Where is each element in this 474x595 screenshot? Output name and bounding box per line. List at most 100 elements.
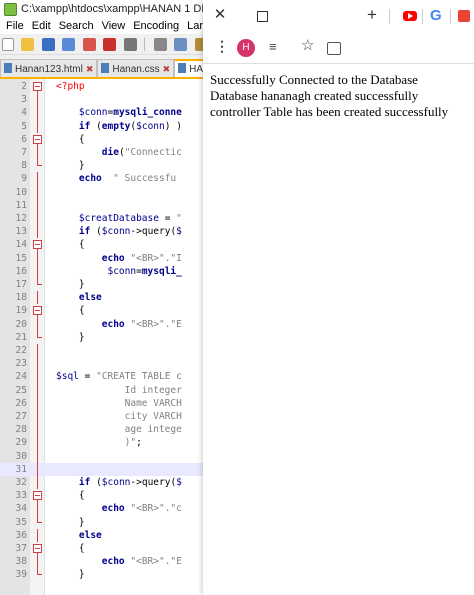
code-line[interactable]: 11 xyxy=(0,198,203,212)
code-line[interactable]: 15 echo "<BR>"."I xyxy=(0,251,203,265)
code-line[interactable]: 27 city VARCH xyxy=(0,410,203,424)
code-line[interactable]: 36 else xyxy=(0,528,203,542)
more-options-icon[interactable]: ⋮ xyxy=(215,39,229,53)
code-line[interactable]: 8 } xyxy=(0,159,203,172)
google-icon[interactable]: G xyxy=(430,7,442,24)
cut-icon[interactable] xyxy=(153,38,167,51)
code-line[interactable]: 26 Name VARCH xyxy=(0,396,203,410)
close-file-icon[interactable] xyxy=(82,38,96,51)
code-line[interactable]: 37 { xyxy=(0,542,203,556)
code-line[interactable]: 38 echo "<BR>"."E xyxy=(0,555,203,569)
menu-language[interactable]: Lar xyxy=(183,18,203,34)
fold-toggle-icon[interactable] xyxy=(33,238,42,253)
code-line[interactable]: 23 xyxy=(0,357,203,371)
toolbar-divider xyxy=(450,9,451,24)
line-number: 36 xyxy=(15,529,27,541)
code-line[interactable]: 14 { xyxy=(0,238,203,253)
code-line[interactable]: 6 { xyxy=(0,133,203,147)
code-line[interactable]: 12 $creatDatabase = " xyxy=(0,212,203,226)
code-line[interactable]: 24 $sql = "CREATE TABLE c xyxy=(0,370,203,384)
save-icon[interactable] xyxy=(41,38,55,51)
fold-toggle-icon[interactable] xyxy=(33,304,42,319)
code-line[interactable]: 29 )"; xyxy=(0,436,203,450)
open-folder-icon[interactable] xyxy=(21,38,35,51)
output-line: controller Table has been created succes… xyxy=(210,104,449,119)
extension-icon[interactable] xyxy=(458,10,470,22)
tab-hanan-css[interactable]: Hanan.css ✖ xyxy=(97,59,175,77)
code-text: <?php xyxy=(56,81,85,92)
code-text: } xyxy=(56,160,85,172)
new-file-icon[interactable] xyxy=(2,38,14,51)
code-line[interactable]: 33 { xyxy=(0,489,203,504)
code-editor[interactable]: 2 <?php 3 4 $conn=mysqli_conne 5 if (empty($… xyxy=(0,79,203,595)
code-line[interactable]: 17 } xyxy=(0,278,203,291)
code-line[interactable]: 22 xyxy=(0,344,203,358)
toolbar-divider xyxy=(422,9,423,24)
code-text: } xyxy=(56,279,85,290)
code-line[interactable]: 30 xyxy=(0,449,203,463)
code-line[interactable]: 25 Id integer xyxy=(0,383,203,397)
code-line[interactable]: 4 $conn=mysqli_conne xyxy=(0,106,203,120)
fold-toggle-icon[interactable] xyxy=(33,542,42,556)
save-all-icon[interactable] xyxy=(62,38,76,51)
notepadpp-window: C:\xampp\htdocs\xampp\HANAN 1 DB ... Fil… xyxy=(0,0,204,595)
code-line[interactable]: 39 } xyxy=(0,568,203,581)
code-text: echo "<BR>"."I xyxy=(101,252,182,264)
fold-toggle-icon[interactable] xyxy=(33,133,42,147)
fold-line xyxy=(33,278,42,291)
reading-list-icon[interactable]: ≡ xyxy=(269,40,283,54)
bookmark-star-icon[interactable]: ☆ xyxy=(301,38,314,54)
tab-hanan123-html[interactable]: Hanan123.html ✖ xyxy=(0,59,98,77)
code-line[interactable]: 32 if ($conn->query($ xyxy=(0,476,203,490)
menu-view[interactable]: View xyxy=(98,18,130,34)
code-line[interactable]: 3 xyxy=(0,93,203,107)
code-line[interactable]: 21 } xyxy=(0,330,203,344)
code-text: )"; xyxy=(56,437,142,449)
code-line[interactable]: 10 xyxy=(0,185,203,199)
close-all-icon[interactable] xyxy=(103,38,117,51)
code-line[interactable]: 35 } xyxy=(0,515,203,529)
fold-toggle-icon[interactable] xyxy=(33,489,42,504)
line-number: 26 xyxy=(15,397,27,409)
code-line[interactable]: 5 if (empty($conn) ) xyxy=(0,119,203,133)
code-text: Name VARCH xyxy=(56,397,182,409)
code-text: echo " Successfu xyxy=(78,173,177,185)
code-line[interactable]: 2 <?php xyxy=(0,80,203,94)
code-text: echo "<BR>"."E xyxy=(101,556,182,568)
print-icon[interactable] xyxy=(123,38,137,51)
code-line[interactable]: 13 if ($conn->query($ xyxy=(0,225,203,239)
tab-close-icon[interactable]: ✖ xyxy=(163,60,171,77)
new-tab-icon[interactable]: + xyxy=(361,4,383,26)
code-line[interactable]: 31 xyxy=(0,462,203,476)
fold-line xyxy=(33,370,42,384)
youtube-icon[interactable] xyxy=(403,11,417,21)
profile-avatar[interactable]: H xyxy=(237,39,255,57)
fold-toggle-icon[interactable] xyxy=(33,80,42,94)
code-line[interactable]: 9 echo " Successfu xyxy=(0,172,203,186)
copy-icon[interactable] xyxy=(174,38,188,51)
menu-search[interactable]: Search xyxy=(55,18,98,34)
line-number: 7 xyxy=(21,147,27,158)
code-line[interactable]: 16 $conn=mysqli_ xyxy=(0,264,203,278)
menu-file[interactable]: File xyxy=(0,18,28,34)
code-line[interactable]: 20 echo "<BR>"."E xyxy=(0,317,203,331)
code-line[interactable]: 34 echo "<BR>"."c xyxy=(0,502,203,516)
code-text: { xyxy=(56,490,85,502)
menu-encoding[interactable]: Encoding xyxy=(129,18,183,34)
tab-close-icon[interactable]: ✖ xyxy=(86,60,94,77)
line-number: 13 xyxy=(15,226,27,238)
code-line[interactable]: 28 age intege xyxy=(0,423,203,437)
close-window-icon[interactable]: ✕ xyxy=(209,4,231,26)
code-text: if ($conn->query($ xyxy=(78,477,182,488)
code-line[interactable]: 7 die("Connectic xyxy=(0,146,203,160)
line-number: 38 xyxy=(15,556,27,568)
menu-edit[interactable]: Edit xyxy=(28,18,55,34)
code-line[interactable]: 19 { xyxy=(0,304,203,319)
editor-tab-bar: Hanan123.html✖Hanan.css✖HAI xyxy=(0,57,203,79)
paste-icon[interactable] xyxy=(194,38,203,51)
extensions-puzzle-icon[interactable] xyxy=(327,42,341,55)
tab-hanan-php-active[interactable]: HAI xyxy=(174,59,203,77)
code-line[interactable]: 18 else xyxy=(0,291,203,305)
maximize-icon[interactable] xyxy=(251,4,273,26)
code-text: { xyxy=(56,305,85,317)
